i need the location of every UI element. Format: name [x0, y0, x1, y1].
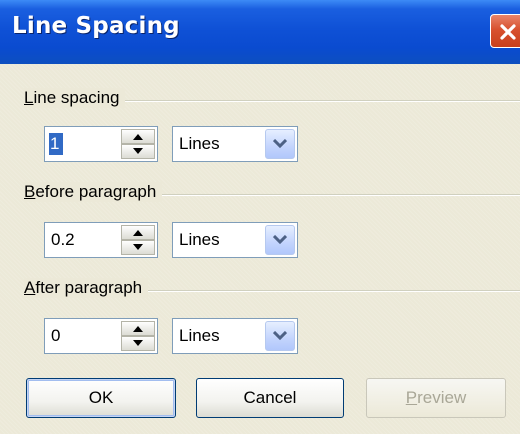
after-paragraph-unit-value: Lines — [179, 326, 220, 345]
after-paragraph-decrement[interactable] — [121, 336, 155, 351]
line-spacing-input[interactable] — [49, 133, 63, 155]
line-spacing-unit-dropdown-button[interactable] — [265, 129, 295, 159]
line-spacing-decrement[interactable] — [121, 144, 155, 159]
arrow-down-icon — [133, 148, 143, 154]
line-spacing-increment[interactable] — [121, 129, 155, 144]
after-paragraph-spinner — [44, 318, 158, 354]
before-paragraph-decrement[interactable] — [121, 240, 155, 255]
before-paragraph-label: Before paragraph — [24, 182, 163, 202]
arrow-down-icon — [133, 340, 143, 346]
cancel-button[interactable]: Cancel — [196, 378, 344, 418]
line-spacing-label: Line spacing — [24, 88, 126, 108]
after-paragraph-unit-select[interactable]: Lines — [172, 318, 298, 354]
preview-button[interactable]: Preview — [366, 378, 506, 418]
line-spacing-unit-select[interactable]: Lines — [172, 126, 298, 162]
ok-button[interactable]: OK — [26, 378, 176, 418]
arrow-up-icon — [133, 134, 143, 140]
after-paragraph-input[interactable] — [49, 325, 119, 347]
dialog-body: Line spacing Lines Before paragraph — [0, 64, 520, 434]
line-spacing-unit-value: Lines — [179, 134, 220, 153]
chevron-down-icon — [273, 331, 287, 341]
arrow-down-icon — [133, 244, 143, 250]
chevron-down-icon — [273, 235, 287, 245]
before-paragraph-unit-dropdown-button[interactable] — [265, 225, 295, 255]
arrow-up-icon — [133, 230, 143, 236]
title-bar[interactable]: Line Spacing — [0, 0, 520, 64]
dialog-title: Line Spacing — [12, 13, 180, 39]
after-paragraph-unit-dropdown-button[interactable] — [265, 321, 295, 351]
before-paragraph-unit-value: Lines — [179, 230, 220, 249]
preview-label: review — [417, 388, 467, 407]
after-paragraph-label: After paragraph — [24, 278, 149, 298]
chevron-down-icon — [273, 139, 287, 149]
arrow-up-icon — [133, 326, 143, 332]
after-paragraph-spin-arrows — [121, 321, 155, 351]
close-button[interactable] — [490, 14, 520, 48]
line-spacing-spinner — [44, 126, 158, 162]
before-paragraph-spinner — [44, 222, 158, 258]
after-paragraph-increment[interactable] — [121, 321, 155, 336]
close-icon — [500, 24, 516, 40]
before-paragraph-input[interactable] — [49, 229, 119, 251]
before-paragraph-increment[interactable] — [121, 225, 155, 240]
line-spacing-dialog: Line Spacing Line spacing Lines — [0, 0, 520, 434]
before-paragraph-spin-arrows — [121, 225, 155, 255]
preview-mnemonic: P — [405, 388, 418, 407]
before-paragraph-unit-select[interactable]: Lines — [172, 222, 298, 258]
line-spacing-spin-arrows — [121, 129, 155, 159]
